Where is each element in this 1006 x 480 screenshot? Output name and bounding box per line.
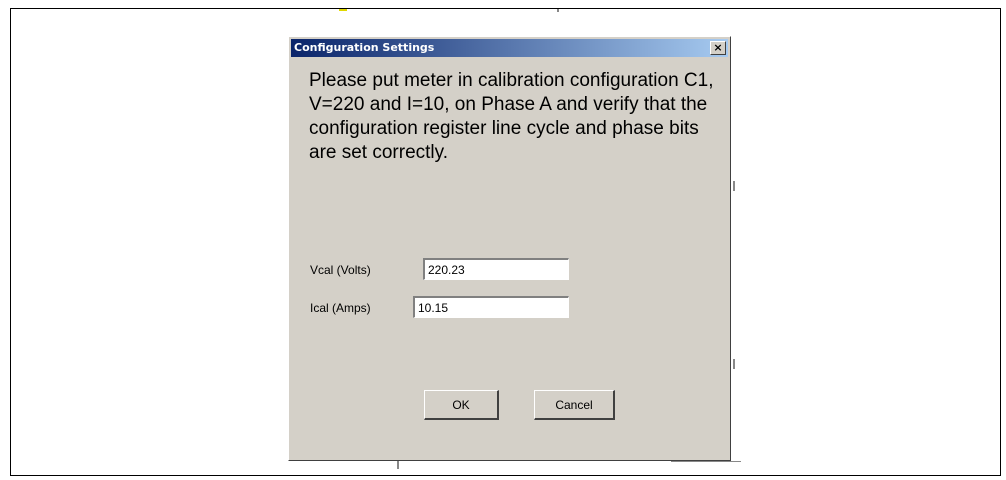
configuration-dialog: Configuration Settings × Please put mete…: [288, 36, 731, 461]
background-line: [733, 181, 735, 191]
dialog-title: Configuration Settings: [294, 41, 435, 54]
background-line: [557, 9, 559, 12]
close-icon: ×: [713, 41, 723, 54]
ok-button[interactable]: OK: [424, 390, 499, 420]
background-line: [671, 461, 741, 462]
vcal-label: Vcal (Volts): [310, 263, 371, 277]
ical-input[interactable]: [413, 296, 569, 318]
instruction-message: Please put meter in calibration configur…: [309, 70, 714, 163]
vcal-input[interactable]: [423, 258, 569, 280]
close-button[interactable]: ×: [710, 41, 726, 55]
background-line: [733, 359, 735, 369]
ical-label: Ical (Amps): [310, 301, 371, 315]
dialog-title-bar[interactable]: Configuration Settings ×: [291, 39, 728, 57]
background-line: [339, 9, 347, 11]
cancel-button[interactable]: Cancel: [534, 390, 615, 420]
